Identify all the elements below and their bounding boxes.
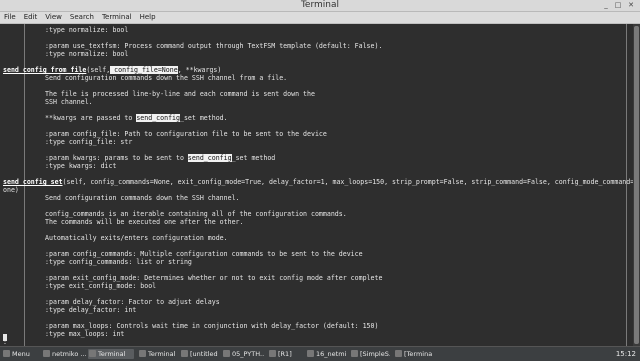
taskbar-item[interactable]: Terminal xyxy=(138,349,176,359)
search-highlight: config_file=None xyxy=(110,66,178,74)
app-icon xyxy=(43,350,50,357)
taskbar-item[interactable]: 05_PYTH... xyxy=(222,349,264,359)
app-icon xyxy=(269,350,276,357)
menu-search[interactable]: Search xyxy=(66,12,98,23)
app-icon xyxy=(307,350,314,357)
terminal-scrollbar[interactable] xyxy=(633,24,640,346)
menu-view[interactable]: View xyxy=(41,12,66,23)
terminal-line: :param kwargs: params to be sent to send… xyxy=(45,154,276,162)
terminal-line: :param max_loops: Controls wait time in … xyxy=(45,322,379,330)
minimize-icon[interactable]: _ xyxy=(601,1,611,10)
taskbar: Menu 15:12 netmiko ... Terminal Terminal [u… xyxy=(0,346,640,361)
app-icon xyxy=(181,350,188,357)
window-title: Terminal xyxy=(300,0,340,10)
terminal-output[interactable]: :type normalize: bool:param use_textfsm:… xyxy=(0,24,633,346)
terminal-line: Send configuration commands down the SSH… xyxy=(45,194,240,202)
terminal-line: :type kwargs: dict xyxy=(45,162,117,170)
taskbar-item-label: 16_netmi... xyxy=(316,350,346,358)
terminal-line: SSH channel. xyxy=(45,98,93,106)
clock: 15:12 xyxy=(615,350,636,358)
terminal-line: :type normalize: bool xyxy=(45,26,129,34)
app-icon xyxy=(139,350,146,357)
taskbar-item-label: [SimpleS... xyxy=(360,350,390,358)
taskbar-item[interactable]: 16_netmi... xyxy=(306,349,346,359)
taskbar-item-label: [untitled ... xyxy=(190,350,220,358)
taskbar-item-label: Terminal xyxy=(148,350,176,358)
terminal-line: :type normalize: bool xyxy=(45,50,129,58)
start-menu-button[interactable]: Menu xyxy=(2,349,38,359)
terminal-line: send_config_set(self, config_commands=No… xyxy=(3,178,633,186)
taskbar-item[interactable]: [Terminal] xyxy=(394,349,432,359)
search-highlight: send_config xyxy=(187,154,232,162)
terminal-line: The commands will be executed one after … xyxy=(45,218,244,226)
terminal-line: :type config_commands: list or string xyxy=(45,258,192,266)
terminal-line: :type delay_factor: int xyxy=(45,306,137,314)
function-name: send_config_set xyxy=(3,178,63,186)
taskbar-item[interactable]: [SimpleS... xyxy=(350,349,390,359)
terminal-line: Send configuration commands down the SSH… xyxy=(45,74,288,82)
taskbar-item[interactable]: [untitled ... xyxy=(180,349,220,359)
terminal-line: :type exit_config_mode: bool xyxy=(45,282,157,290)
menu-file[interactable]: File xyxy=(0,12,20,23)
taskbar-item-label: Terminal xyxy=(98,350,126,358)
terminal-line: :param config_file: Path to configuratio… xyxy=(45,130,327,138)
app-icon xyxy=(395,350,402,357)
app-icon xyxy=(351,350,358,357)
terminal-line: :type config_file: str xyxy=(45,138,133,146)
search-highlight: send_config xyxy=(136,114,180,122)
terminal-line: send_config_from_file(self, config_file=… xyxy=(3,66,222,74)
function-name: send_config_from_file xyxy=(3,66,87,74)
terminal-line: :param delay_factor: Factor to adjust de… xyxy=(45,298,220,306)
menu-help[interactable]: Help xyxy=(136,12,160,23)
window-titlebar: Terminal _ □ ✕ xyxy=(0,0,640,12)
taskbar-item[interactable]: netmiko ... xyxy=(42,349,86,359)
app-icon xyxy=(89,350,96,357)
terminal-line: Automatically exits/enters configuration… xyxy=(45,234,228,242)
menu-terminal[interactable]: Terminal xyxy=(98,12,136,23)
menu-edit[interactable]: Edit xyxy=(20,12,42,23)
taskbar-item[interactable]: Terminal xyxy=(88,349,134,359)
terminal-line: :param config_commands: Multiple configu… xyxy=(45,250,363,258)
terminal-line: :type max_loops: int xyxy=(45,330,125,338)
close-icon[interactable]: ✕ xyxy=(626,1,636,10)
taskbar-item-label: 05_PYTH... xyxy=(232,350,264,358)
terminal-cursor xyxy=(3,334,7,341)
taskbar-item-label: [R1] xyxy=(278,350,292,358)
scrollbar-thumb[interactable] xyxy=(634,26,639,344)
terminal-line: :param use_textfsm: Process command outp… xyxy=(45,42,383,50)
maximize-icon[interactable]: □ xyxy=(613,1,623,10)
terminal-line: one) xyxy=(3,186,19,194)
taskbar-item-label: [Terminal] xyxy=(404,350,432,358)
terminal-line: config_commands is an iterable containin… xyxy=(45,210,347,218)
app-icon xyxy=(223,350,230,357)
terminal-line: **kwargs are passed to send_config_set m… xyxy=(45,114,228,122)
menu-bar: File Edit View Search Terminal Help xyxy=(0,12,640,24)
terminal-line: :param exit_config_mode: Determines whet… xyxy=(45,274,383,282)
taskbar-item[interactable]: [R1] xyxy=(268,349,304,359)
terminal-line: The file is processed line-by-line and e… xyxy=(45,90,315,98)
start-menu-label: Menu xyxy=(12,350,30,358)
menu-icon xyxy=(3,350,10,357)
taskbar-item-label: netmiko ... xyxy=(52,350,86,358)
